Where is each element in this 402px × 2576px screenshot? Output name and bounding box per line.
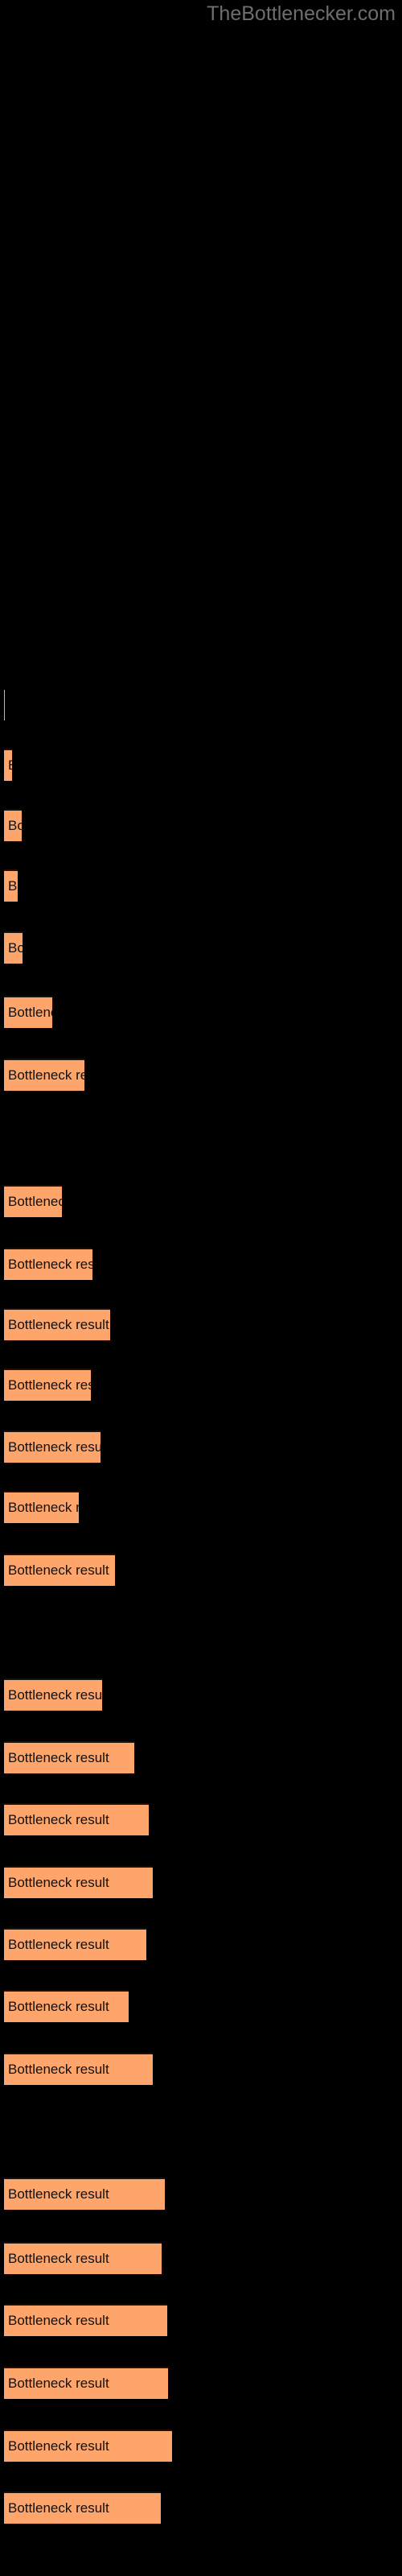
- bar-26: Bottleneck result: [4, 2429, 172, 2462]
- bar-15: Bottleneck result: [4, 1678, 102, 1711]
- bar-10: Bottleneck result: [4, 1308, 110, 1340]
- bar-label: Bottleneck result: [8, 2251, 109, 2266]
- bar-13: Bottleneck result: [4, 1491, 79, 1523]
- bar-21: Bottleneck result: [4, 2053, 153, 2085]
- bar-label: Bottleneck result: [8, 2062, 109, 2077]
- bar-8: Bottleneck result: [4, 1185, 62, 1217]
- bar-23: Bottleneck result: [4, 2242, 162, 2274]
- bar-label: Bottleneck result: [8, 2500, 109, 2516]
- bar-label: Bottleneck result: [8, 2438, 109, 2454]
- bar-label: Bottleneck result: [8, 2313, 109, 2328]
- bar-label: Bottleneck result: [8, 1937, 109, 1952]
- site-watermark: TheBottlenecker.com: [207, 2, 396, 25]
- bar-4: Bottleneck result: [4, 869, 18, 902]
- bar-2: Bottleneck result: [4, 749, 12, 781]
- bar-label: Bottleneck result: [8, 1812, 109, 1827]
- bar-label: Bottleneck result: [8, 818, 22, 833]
- bar-7: Bottleneck result: [4, 1059, 84, 1091]
- bar-label: Bottleneck result: [8, 1377, 91, 1393]
- bar-24: Bottleneck result: [4, 2304, 167, 2336]
- bar-1: Bottleneck result: [4, 688, 5, 720]
- bar-label: Bottleneck result: [8, 1257, 92, 1272]
- bar-label: Bottleneck result: [8, 940, 23, 956]
- bar-label: Bottleneck result: [8, 1750, 109, 1765]
- bar-3: Bottleneck result: [4, 809, 22, 841]
- bar-9: Bottleneck result: [4, 1248, 92, 1280]
- bottleneck-bar-chart: Bottleneck result Bottleneck result Bottle…: [0, 0, 402, 2576]
- bar-label: Bottleneck result: [8, 1005, 52, 1020]
- bar-22: Bottleneck result: [4, 2178, 165, 2210]
- bar-label: Bottleneck result: [8, 1317, 109, 1332]
- bar-19: Bottleneck result: [4, 1928, 146, 1960]
- bar-label: Bottleneck result: [8, 1439, 100, 1455]
- bar-label: Bottleneck result: [8, 1687, 102, 1703]
- bar-6: Bottleneck result: [4, 996, 52, 1028]
- plot-area: Bottleneck result Bottleneck result Bottle…: [0, 0, 402, 2576]
- bar-11: Bottleneck result: [4, 1368, 91, 1401]
- bar-25: Bottleneck result: [4, 2367, 168, 2399]
- bar-5: Bottleneck result: [4, 931, 23, 964]
- bar-14: Bottleneck result: [4, 1554, 115, 1586]
- bar-17: Bottleneck result: [4, 1803, 149, 1835]
- bar-label: Bottleneck result: [8, 1563, 109, 1578]
- bar-label: Bottleneck result: [8, 758, 12, 774]
- bar-27: Bottleneck result: [4, 2491, 161, 2524]
- bar-12: Bottleneck result: [4, 1430, 100, 1463]
- bar-label: Bottleneck result: [8, 1875, 109, 1890]
- bar-16: Bottleneck result: [4, 1741, 134, 1773]
- bar-label: Bottleneck result: [8, 1067, 84, 1083]
- bar-label: Bottleneck result: [8, 1999, 109, 2014]
- bar-20: Bottleneck result: [4, 1990, 129, 2022]
- bar-label: Bottleneck result: [8, 2376, 109, 2391]
- bar-label: Bottleneck result: [8, 1500, 79, 1515]
- bar-label: Bottleneck result: [8, 878, 18, 894]
- bar-label: Bottleneck result: [8, 1194, 62, 1209]
- bar-label: Bottleneck result: [8, 2186, 109, 2202]
- bar-18: Bottleneck result: [4, 1866, 153, 1898]
